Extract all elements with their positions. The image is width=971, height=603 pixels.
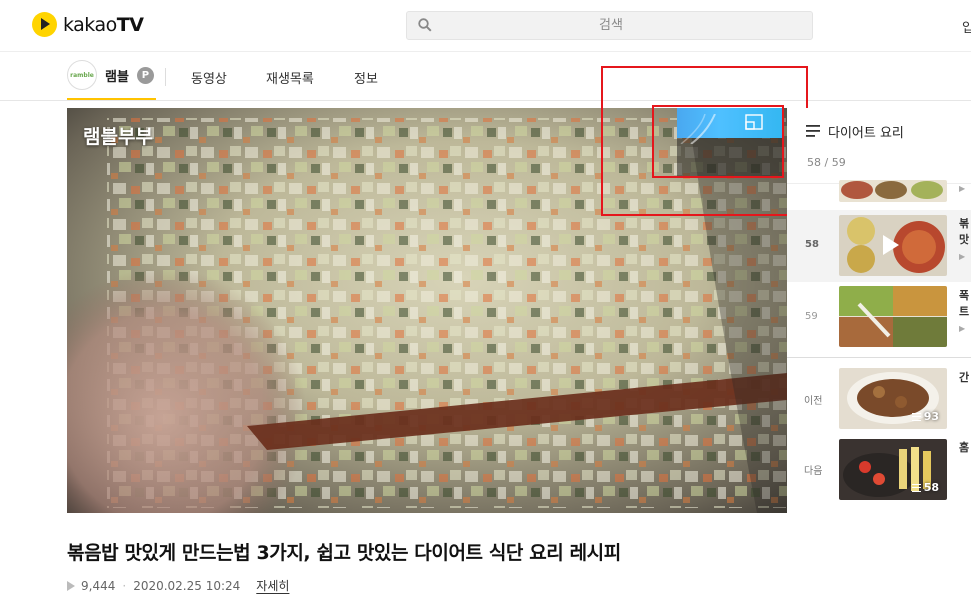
playlist-panel: 다이어트 요리 58 / 59 ▶ 58 볶 맛 ▶ 59 폭 트 ▶ 이전 9… [787,108,971,513]
prev-title: 간 [959,371,970,384]
video-thumbnail [839,286,947,347]
playlist-count-badge: 93 [911,410,939,423]
highlight-box-inner [652,105,784,178]
channel-home-tab[interactable]: ramble 램블 P [67,52,156,100]
menu-lines-icon[interactable] [806,125,820,137]
upload-date: 2020.02.25 10:24 [133,578,241,593]
more-icon: ▶ [959,252,966,261]
item-number: 59 [805,311,818,322]
login-link[interactable]: 입 [962,17,971,36]
channel-name[interactable]: 램블 [105,66,129,85]
playlist-count-icon [911,483,921,492]
list-item[interactable]: 59 폭 트 ▶ [787,282,971,354]
divider [787,357,971,358]
item-title-line: 트 [959,305,970,318]
list-item-current[interactable]: 58 볶 맛 ▶ [787,210,971,282]
page: kakaoTV 입 ramble 램블 P 동영상 재생목록 정보 [0,0,971,603]
details-link[interactable]: 자세히 [256,577,289,594]
video-thumbnail [839,215,947,276]
more-icon: ▶ [959,324,966,333]
item-number: 58 [805,239,819,250]
item-title-line: 폭 [959,289,970,302]
playlist-title[interactable]: 다이어트 요리 [828,122,904,141]
more-icon: ▶ [959,184,966,193]
playlist-header: 다이어트 요리 58 / 59 [787,108,971,184]
video-thumbnail: 58 [839,439,947,500]
plus-friend-badge: P [136,66,154,84]
search-icon[interactable] [418,18,432,32]
next-playlist[interactable]: 다음 58 홈 [787,436,971,500]
prev-label: 이전 [804,396,823,407]
playlist-count-icon [911,412,921,421]
next-label: 다음 [804,466,823,477]
search-input[interactable] [441,12,781,39]
next-title: 홈 [959,441,970,454]
video-title: 볶음밥 맛있게 만드는법 3가지, 쉽고 맛있는 다이어트 식단 요리 레시피 [67,542,621,564]
search-box[interactable] [406,11,813,40]
channel-nav: ramble 램블 P 동영상 재생목록 정보 [0,52,971,101]
tab-info[interactable]: 정보 [354,68,378,87]
nav-divider [165,68,166,86]
play-icon [883,235,899,255]
video-thumbnail: 93 [839,368,947,429]
channel-watermark: 램블부부 [83,126,153,148]
list-item[interactable]: ▶ [787,180,971,206]
logo-text: kakaoTV [63,13,144,36]
kakao-play-logo-icon [32,12,57,37]
prev-playlist[interactable]: 이전 93 간 [787,366,971,430]
play-icon [67,580,75,591]
tab-playlists[interactable]: 재생목록 [266,68,314,87]
tab-videos[interactable]: 동영상 [191,68,227,87]
video-thumbnail [839,180,947,202]
view-count: 9,444 [81,578,116,593]
playlist-count-badge: 58 [911,481,939,494]
item-title-line: 맛 [959,233,970,246]
top-header: kakaoTV 입 [0,0,971,52]
video-meta: 9,444 · 2020.02.25 10:24 자세히 [67,577,289,594]
kakaotv-logo[interactable]: kakaoTV [32,12,144,37]
item-title-line: 볶 [959,217,970,230]
playlist-position: 58 / 59 [807,156,846,169]
avatar[interactable]: ramble [67,60,97,90]
separator-dot: · [122,578,127,593]
